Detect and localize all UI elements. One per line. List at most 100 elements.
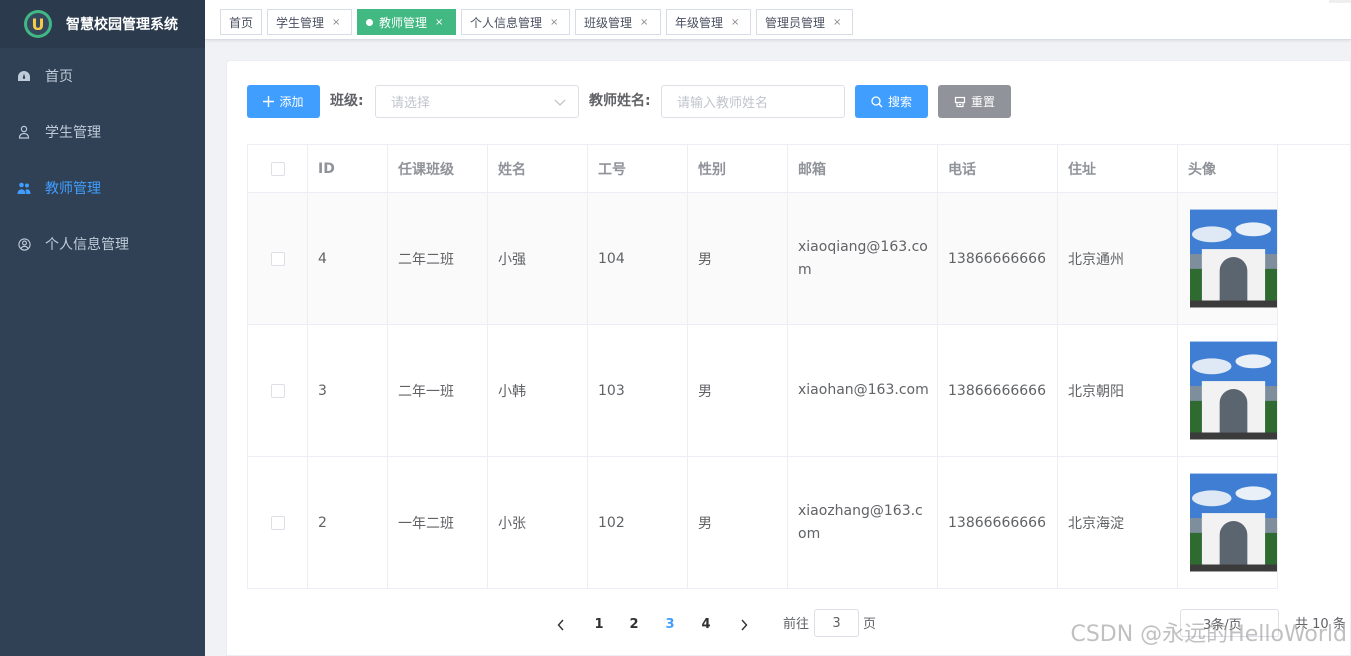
tag-teachers[interactable]: 教师管理 × bbox=[357, 9, 456, 35]
cell-job-no: 102 bbox=[588, 457, 688, 588]
cell-name: 小张 bbox=[488, 457, 588, 588]
logo-letter: U bbox=[31, 14, 45, 34]
tag-students[interactable]: 学生管理 × bbox=[267, 9, 352, 35]
close-icon[interactable]: × bbox=[833, 17, 841, 28]
tag-admins[interactable]: 管理员管理 × bbox=[756, 9, 853, 35]
tag-label: 班级管理 bbox=[584, 15, 633, 30]
plus-icon bbox=[263, 96, 275, 107]
watermark: CSDN @永远的HelloWorld bbox=[1070, 622, 1347, 647]
table-row[interactable]: 2 一年二班 小张 102 男 xiaozhang@163.com 138666… bbox=[248, 457, 1278, 589]
cell-class: 二年一班 bbox=[388, 325, 488, 456]
chevron-right-icon bbox=[741, 619, 748, 631]
cell-address: 北京通州 bbox=[1058, 193, 1178, 324]
search-button[interactable]: 搜索 bbox=[855, 85, 928, 118]
column-header-phone[interactable]: 电话 bbox=[938, 145, 1058, 192]
teacher-table: ID 任课班级 姓名 工号 性别 邮箱 电话 住址 头像 4 二年二班 小强 1… bbox=[247, 144, 1351, 589]
chevron-left-icon bbox=[557, 619, 564, 631]
avatar-image[interactable] bbox=[1190, 209, 1277, 308]
teacher-name-placeholder: 请输入教师姓名 bbox=[677, 96, 769, 111]
column-header-address[interactable]: 住址 bbox=[1058, 145, 1178, 192]
close-icon[interactable]: × bbox=[640, 17, 648, 28]
column-header-name[interactable]: 姓名 bbox=[488, 145, 588, 192]
teacher-name-label: 教师姓名: bbox=[589, 93, 651, 109]
cell-email: xiaozhang@163.com bbox=[788, 457, 938, 588]
tag-label: 年级管理 bbox=[675, 15, 724, 30]
class-select[interactable]: 请选择 bbox=[375, 85, 579, 118]
cell-gender: 男 bbox=[688, 325, 788, 456]
column-header-gender[interactable]: 性别 bbox=[688, 145, 788, 192]
content-card: 添加 班级: 请选择 教师姓名: 请输入教师姓名 搜索 重置 ID 任课班级 姓… bbox=[226, 60, 1351, 656]
logo-icon: U bbox=[24, 10, 52, 38]
table-row[interactable]: 3 二年一班 小韩 103 男 xiaohan@163.com 13866666… bbox=[248, 325, 1278, 457]
add-button-label: 添加 bbox=[279, 95, 304, 109]
sidebar: U 智慧校园管理系统 首页 学生管理 教师管理 个人信息管理 bbox=[0, 0, 205, 656]
row-select-cell bbox=[248, 457, 308, 588]
cell-class: 二年二班 bbox=[388, 193, 488, 324]
tag-home[interactable]: 首页 bbox=[220, 9, 262, 35]
column-header-id[interactable]: ID bbox=[308, 145, 388, 192]
page-2[interactable]: 2 bbox=[619, 614, 649, 636]
table-row[interactable]: 4 二年二班 小强 104 男 xiaoqiang@163.com 138666… bbox=[248, 193, 1278, 325]
close-icon[interactable]: × bbox=[731, 17, 739, 28]
sidebar-item-label: 首页 bbox=[45, 69, 73, 85]
select-all-checkbox[interactable] bbox=[270, 161, 285, 176]
class-select-placeholder: 请选择 bbox=[391, 96, 431, 111]
row-checkbox[interactable] bbox=[270, 383, 285, 398]
cell-avatar bbox=[1178, 325, 1278, 456]
cell-avatar bbox=[1178, 457, 1278, 588]
dashboard-icon bbox=[16, 68, 32, 84]
avatar-image[interactable] bbox=[1190, 473, 1277, 572]
cell-phone: 13866666666 bbox=[938, 457, 1058, 588]
page-3[interactable]: 3 bbox=[655, 614, 685, 636]
add-button[interactable]: 添加 bbox=[247, 85, 320, 118]
teacher-name-input[interactable]: 请输入教师姓名 bbox=[661, 85, 845, 118]
cell-class: 一年二班 bbox=[388, 457, 488, 588]
next-page-button[interactable] bbox=[729, 614, 759, 636]
cell-job-no: 103 bbox=[588, 325, 688, 456]
cell-phone: 13866666666 bbox=[938, 325, 1058, 456]
tag-label: 个人信息管理 bbox=[470, 15, 543, 30]
cell-id: 2 bbox=[308, 457, 388, 588]
row-checkbox[interactable] bbox=[270, 515, 285, 530]
tag-profile[interactable]: 个人信息管理 × bbox=[461, 9, 570, 35]
column-header-avatar[interactable]: 头像 bbox=[1178, 145, 1278, 192]
cell-email: xiaoqiang@163.com bbox=[788, 193, 938, 324]
row-select-cell bbox=[248, 193, 308, 324]
close-icon[interactable]: × bbox=[332, 17, 340, 28]
sidebar-item-profile[interactable]: 个人信息管理 bbox=[0, 216, 205, 272]
reset-icon bbox=[954, 96, 966, 107]
sidebar-item-home[interactable]: 首页 bbox=[0, 48, 205, 104]
tag-grades[interactable]: 年级管理 × bbox=[666, 9, 751, 35]
sidebar-item-students[interactable]: 学生管理 bbox=[0, 104, 205, 160]
page-1[interactable]: 1 bbox=[584, 614, 614, 636]
sidebar-item-label: 学生管理 bbox=[45, 125, 101, 141]
avatar-image[interactable] bbox=[1190, 341, 1277, 440]
tag-label: 首页 bbox=[229, 15, 254, 30]
account-icon bbox=[16, 236, 32, 252]
column-header-job-no[interactable]: 工号 bbox=[588, 145, 688, 192]
sidebar-item-label: 教师管理 bbox=[45, 181, 101, 197]
column-header-class[interactable]: 任课班级 bbox=[388, 145, 488, 192]
class-filter-label: 班级: bbox=[330, 93, 364, 109]
reset-button[interactable]: 重置 bbox=[938, 85, 1011, 118]
reset-button-label: 重置 bbox=[970, 95, 995, 109]
row-checkbox[interactable] bbox=[270, 251, 285, 266]
cell-phone: 13866666666 bbox=[938, 193, 1058, 324]
cell-gender: 男 bbox=[688, 457, 788, 588]
cell-name: 小韩 bbox=[488, 325, 588, 456]
page-4[interactable]: 4 bbox=[691, 614, 721, 636]
column-header-email[interactable]: 邮箱 bbox=[788, 145, 938, 192]
sidebar-item-label: 个人信息管理 bbox=[45, 237, 129, 253]
close-icon[interactable]: × bbox=[435, 17, 443, 28]
tag-classes[interactable]: 班级管理 × bbox=[575, 9, 661, 35]
app-title: 智慧校园管理系统 bbox=[66, 17, 178, 33]
sidebar-item-teachers[interactable]: 教师管理 bbox=[0, 160, 205, 216]
cell-job-no: 104 bbox=[588, 193, 688, 324]
close-icon[interactable]: × bbox=[550, 17, 558, 28]
scroll-indicator bbox=[1329, 0, 1351, 3]
cell-id: 4 bbox=[308, 193, 388, 324]
active-dot-icon bbox=[366, 18, 373, 26]
cell-email: xiaohan@163.com bbox=[788, 325, 938, 456]
goto-page-input[interactable]: 3 bbox=[814, 609, 859, 637]
prev-page-button[interactable] bbox=[546, 614, 576, 636]
